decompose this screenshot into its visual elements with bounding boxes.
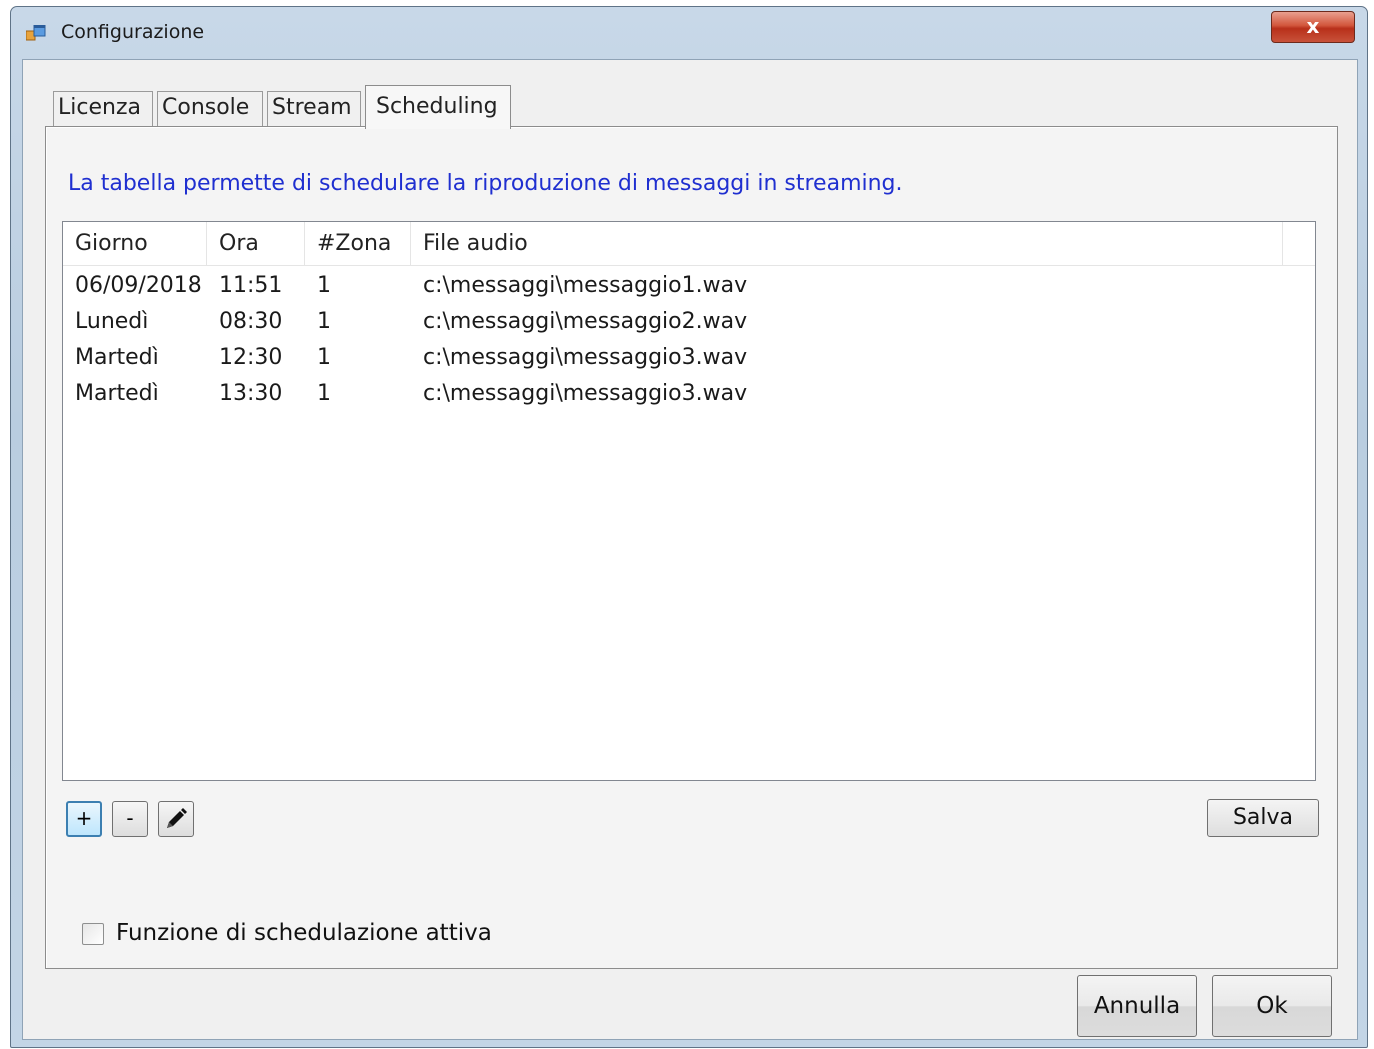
dialog-window: Configurazione x Licenza Console Stream …	[10, 6, 1368, 1048]
cell-zona: 1	[317, 309, 331, 334]
cell-giorno: Martedì	[75, 345, 159, 370]
remove-row-button[interactable]: -	[112, 801, 148, 837]
cell-giorno: Lunedì	[75, 309, 149, 334]
column-header-file-audio[interactable]: File audio	[411, 222, 1283, 266]
cell-ora: 11:51	[219, 273, 283, 298]
scheduling-active-checkbox[interactable]	[82, 923, 104, 945]
cell-file-audio: c:\messaggi\messaggio3.wav	[423, 345, 748, 370]
table-row[interactable]: Lunedì 08:30 1 c:\messaggi\messaggio2.wa…	[63, 304, 1315, 340]
cell-ora: 08:30	[219, 309, 283, 334]
cell-zona: 1	[317, 381, 331, 406]
scheduling-description: La tabella permette di schedulare la rip…	[68, 171, 903, 196]
cell-zona: 1	[317, 273, 331, 298]
table-header: Giorno Ora #Zona File audio	[63, 222, 1315, 266]
ok-button[interactable]: Ok	[1212, 975, 1332, 1037]
edit-row-button[interactable]	[158, 801, 194, 837]
table-row[interactable]: 06/09/2018 11:51 1 c:\messaggi\messaggio…	[63, 268, 1315, 304]
cell-file-audio: c:\messaggi\messaggio2.wav	[423, 309, 748, 334]
scheduling-panel: La tabella permette di schedulare la rip…	[45, 126, 1338, 969]
cell-ora: 12:30	[219, 345, 283, 370]
column-header-giorno[interactable]: Giorno	[63, 222, 207, 266]
close-icon: x	[1306, 14, 1320, 38]
cell-zona: 1	[317, 345, 331, 370]
table-row[interactable]: Martedì 12:30 1 c:\messaggi\messaggio3.w…	[63, 340, 1315, 376]
save-button[interactable]: Salva	[1207, 799, 1319, 837]
add-row-button[interactable]: +	[66, 801, 102, 837]
tab-licenza[interactable]: Licenza	[53, 91, 153, 127]
tab-stream[interactable]: Stream	[267, 91, 361, 127]
close-button[interactable]: x	[1271, 11, 1355, 43]
tab-scheduling[interactable]: Scheduling	[365, 85, 511, 129]
schedule-table[interactable]: Giorno Ora #Zona File audio 06/09/2018 1…	[62, 221, 1316, 781]
pencil-icon	[167, 808, 187, 828]
dialog-client-area: Licenza Console Stream Scheduling La tab…	[22, 59, 1358, 1040]
cell-file-audio: c:\messaggi\messaggio3.wav	[423, 381, 748, 406]
cell-ora: 13:30	[219, 381, 283, 406]
cancel-button[interactable]: Annulla	[1077, 975, 1197, 1037]
window-title: Configurazione	[61, 21, 205, 43]
table-row[interactable]: Martedì 13:30 1 c:\messaggi\messaggio3.w…	[63, 376, 1315, 412]
tab-console[interactable]: Console	[157, 91, 263, 127]
column-header-ora[interactable]: Ora	[207, 222, 305, 266]
title-bar[interactable]: Configurazione x	[11, 7, 1367, 57]
scheduling-active-label[interactable]: Funzione di schedulazione attiva	[116, 920, 492, 946]
app-window-icon	[26, 25, 46, 41]
cell-giorno: Martedì	[75, 381, 159, 406]
cell-file-audio: c:\messaggi\messaggio1.wav	[423, 273, 748, 298]
column-header-zona[interactable]: #Zona	[305, 222, 411, 266]
cell-giorno: 06/09/2018	[75, 273, 202, 298]
